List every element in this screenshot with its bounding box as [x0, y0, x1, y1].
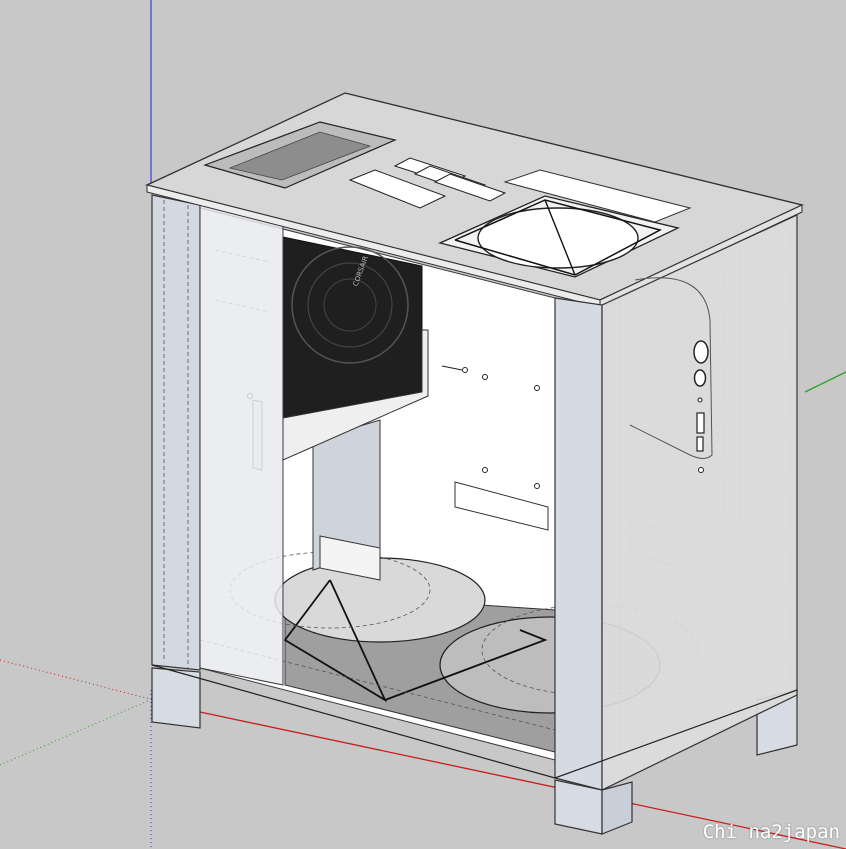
watermark: Chi na2japan — [702, 821, 840, 843]
left-pillar[interactable] — [151, 194, 201, 671]
power-button[interactable] — [693, 340, 709, 364]
usb-c-port[interactable] — [696, 436, 704, 452]
led-indicator — [697, 397, 703, 403]
model-canvas[interactable]: CORSAIR — [0, 0, 846, 849]
green-axis-dotted — [0, 699, 151, 766]
psu[interactable] — [282, 236, 423, 419]
right-front-pillar[interactable] — [554, 297, 603, 791]
left-glass-panel[interactable] — [199, 204, 284, 686]
audio-jack[interactable] — [698, 467, 704, 473]
usb-a-port[interactable] — [696, 412, 705, 434]
right-side-panel[interactable] — [601, 214, 798, 791]
front-right-leg[interactable] — [601, 781, 633, 835]
top-fan — [477, 207, 639, 269]
reset-button[interactable] — [693, 369, 707, 387]
green-axis — [804, 371, 846, 393]
3d-viewport[interactable]: CORSAIR Chi na2japan — [0, 0, 846, 849]
front-left-leg[interactable] — [554, 779, 603, 835]
